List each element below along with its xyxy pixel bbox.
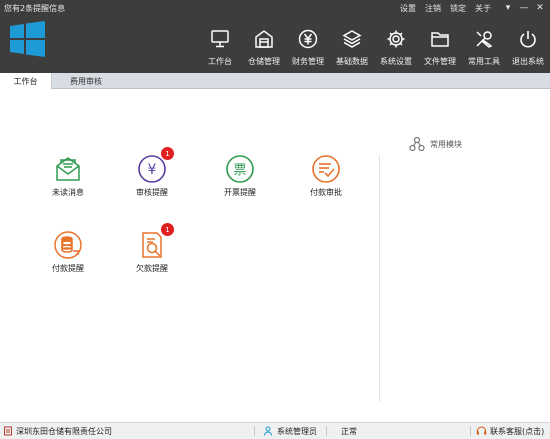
top-links: 设置 注销 锁定 关于 ▾ — ✕ — [400, 0, 550, 16]
nav-label: 工作台 — [208, 57, 232, 66]
document-icon — [4, 426, 12, 436]
nav-file-management[interactable]: 文件管理 — [418, 28, 462, 70]
user-name: 系统管理员 — [277, 426, 317, 436]
tile-audit-reminder[interactable]: ¥ 1 审核提醒 — [122, 147, 182, 198]
tile-label: 开票提醒 — [224, 188, 256, 197]
notification-badge: 1 — [161, 147, 174, 160]
nav-label: 基础数据 — [336, 57, 368, 66]
common-modules-label: 常用模块 — [430, 139, 462, 149]
logout-link[interactable]: 注销 — [425, 3, 441, 14]
tools-icon — [473, 28, 495, 50]
share-icon — [409, 136, 425, 152]
layers-icon — [341, 28, 363, 50]
nav-basic-data[interactable]: 基础数据 — [330, 28, 374, 70]
tab-expense-review[interactable]: 费用审核 — [52, 73, 120, 89]
status-bar: 深圳东田仓储有限责任公司 系统管理员 正常 联系客服(点击) — [0, 422, 550, 439]
tile-invoice-reminder[interactable]: 票 开票提醒 — [210, 154, 270, 198]
invoice-icon: 票 — [225, 154, 255, 184]
window-title: 您有2条提醒信息 — [4, 4, 66, 13]
nav-finance[interactable]: 财务管理 — [286, 28, 330, 70]
mail-icon — [53, 154, 83, 184]
warehouse-icon — [253, 28, 275, 50]
nav-label: 系统设置 — [380, 57, 412, 66]
headset-icon — [476, 426, 487, 435]
nav-label: 退出系统 — [512, 57, 544, 66]
invoice-glyph: 票 — [233, 163, 246, 178]
tile-label: 付款提醒 — [52, 264, 84, 273]
nav-warehouse[interactable]: 仓储管理 — [242, 28, 286, 70]
company-name: 深圳东田仓储有限责任公司 — [16, 426, 112, 436]
settings-link[interactable]: 设置 — [400, 3, 416, 14]
user-status: 系统管理员 — [263, 423, 317, 439]
lock-link[interactable]: 锁定 — [450, 3, 466, 14]
tile-unread-messages[interactable]: 未读消息 — [38, 154, 98, 198]
nav-tools[interactable]: 常用工具 — [462, 28, 506, 70]
power-icon — [517, 28, 539, 50]
nav-exit[interactable]: 退出系统 — [506, 28, 550, 70]
status-separator — [470, 426, 471, 436]
about-link[interactable]: 关于 — [475, 3, 491, 14]
connection-status: 正常 — [341, 426, 357, 436]
nav-label: 财务管理 — [292, 57, 324, 66]
coins-icon — [53, 230, 83, 260]
tile-label: 欠款提醒 — [136, 264, 168, 273]
close-button[interactable]: ✕ — [532, 0, 548, 16]
status-separator — [254, 426, 255, 436]
debt-search-icon: 1 — [137, 223, 174, 260]
tile-payment-reminder[interactable]: 付款提醒 — [38, 230, 98, 274]
tile-label: 审核提醒 — [136, 188, 168, 197]
windows-logo-icon — [10, 21, 45, 57]
tile-payment-approval[interactable]: 付款审批 — [296, 154, 356, 198]
yen-glyph: ¥ — [148, 162, 157, 178]
status-separator — [326, 426, 327, 436]
common-modules-header[interactable]: 常用模块 — [409, 136, 462, 152]
company-status: 深圳东田仓储有限责任公司 — [3, 423, 112, 439]
user-icon — [264, 426, 272, 436]
nav-workbench[interactable]: 工作台 — [198, 28, 242, 70]
approve-icon — [311, 154, 341, 184]
nav-label: 常用工具 — [468, 57, 500, 66]
support-link[interactable]: 联系客服(点击) — [476, 423, 544, 439]
minimize-button[interactable]: — — [516, 0, 532, 16]
yen-circle-icon: ¥ 1 — [137, 147, 174, 184]
tile-label: 付款审批 — [310, 188, 342, 197]
tile-debt-reminder[interactable]: 1 欠款提醒 — [122, 223, 182, 274]
tile-label: 未读消息 — [52, 188, 84, 197]
monitor-icon — [209, 28, 231, 50]
nav-system-settings[interactable]: 系统设置 — [374, 28, 418, 70]
yen-icon — [297, 28, 319, 50]
tab-workbench[interactable]: 工作台 — [0, 73, 52, 89]
tab-bar: 工作台 费用审核 — [0, 73, 550, 89]
panel-divider — [379, 155, 380, 402]
support-label: 联系客服(点击) — [490, 426, 545, 436]
notification-badge: 1 — [161, 223, 174, 236]
app-header: 您有2条提醒信息 设置 注销 锁定 关于 ▾ — ✕ 工作台 仓储管理 财务管理… — [0, 0, 550, 73]
dropdown-button[interactable]: ▾ — [500, 0, 516, 16]
nav-label: 文件管理 — [424, 57, 456, 66]
main-nav: 工作台 仓储管理 财务管理 基础数据 系统设置 文件管理 常用工具 退出系统 — [198, 28, 550, 70]
folder-icon — [429, 28, 451, 50]
gear-icon — [385, 28, 407, 50]
nav-label: 仓储管理 — [248, 57, 280, 66]
